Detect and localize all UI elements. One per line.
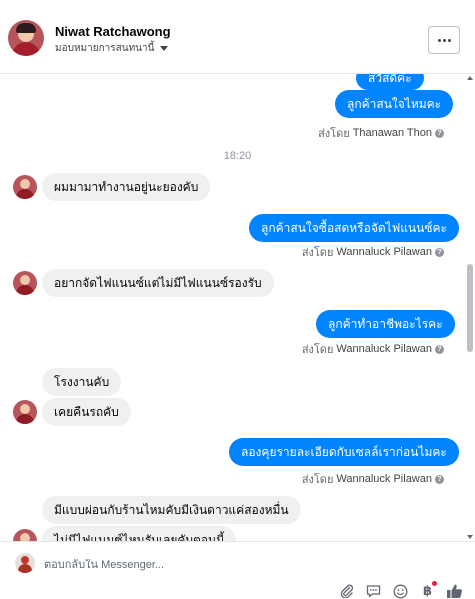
contact-avatar-small <box>13 271 37 295</box>
like-icon[interactable] <box>446 583 463 599</box>
message-bubble-outgoing: ลองคุยรายละเอียดกับเซลล์เราก่อนไมคะ <box>229 438 459 466</box>
message-bubble-partial: สวัสดีค่ะ <box>356 74 424 90</box>
scrollbar-thumb[interactable] <box>467 264 473 352</box>
info-icon[interactable]: ? <box>435 247 444 257</box>
sent-by-label: ส่งโดย Wannaluck Pilawan ? <box>302 243 444 261</box>
contact-avatar[interactable] <box>8 20 44 56</box>
assign-label: มอบหมายการสนทนานี้ <box>55 43 155 54</box>
payment-icon[interactable]: ฿ <box>419 581 437 599</box>
more-options-button[interactable] <box>428 26 460 54</box>
info-icon[interactable]: ? <box>435 344 444 354</box>
message-bubble-incoming: เคยคืนรถคับ <box>42 398 131 426</box>
scroll-down-arrow-icon[interactable] <box>467 535 473 539</box>
chevron-down-icon <box>160 46 169 51</box>
conversation-header: Niwat Ratchawong มอบหมายการสนทนานี้ <box>0 0 475 74</box>
ellipsis-icon <box>437 38 441 42</box>
assign-conversation-dropdown[interactable]: มอบหมายการสนทนานี้ <box>55 41 169 56</box>
time-divider: 18:20 <box>223 150 252 162</box>
message-thread: สวัสดีค่ะ ลูกค้าสนใจไหมคะ ส่งโดย Thanawa… <box>0 74 475 541</box>
sent-by-label: ส่งโดย Wannaluck Pilawan ? <box>302 470 444 488</box>
message-bubble-incoming: อยากจัดไฟแนนซ์แต่ไม่มีไฟแนนซ์รองรับ <box>42 269 274 297</box>
contact-avatar-small <box>13 400 37 424</box>
emoji-icon[interactable] <box>392 583 409 599</box>
message-bubble-outgoing: ลูกค้าสนใจไหมคะ <box>335 90 454 118</box>
message-bubble-outgoing: ลูกค้าสนใจซื้อสดหรือจัดไฟแนนซ์คะ <box>249 214 459 242</box>
message-bubble-incoming: ผมมามาทำงานอยู่นะยองคับ <box>42 173 211 201</box>
message-bubble-incoming: โรงงานคับ <box>42 368 122 396</box>
message-bubble-incoming: ไม่มีไฟแนนซ์ไหนรับเลยคับตอนนี้ <box>42 526 237 541</box>
reply-input[interactable] <box>44 559 404 571</box>
sent-by-label: ส่งโดย Wannaluck Pilawan ? <box>302 340 444 358</box>
info-icon[interactable]: ? <box>435 474 444 484</box>
sent-by-label: ส่งโดย Thanawan Thon ? <box>318 124 444 142</box>
contact-name[interactable]: Niwat Ratchawong <box>55 24 171 39</box>
scroll-up-arrow-icon[interactable] <box>467 76 473 80</box>
thread-scrollbar[interactable] <box>466 74 474 541</box>
notification-dot <box>432 581 437 586</box>
page-avatar <box>15 553 35 573</box>
info-icon[interactable]: ? <box>435 128 444 138</box>
saved-reply-icon[interactable] <box>365 583 382 599</box>
message-bubble-incoming: มีแบบผ่อนกับร้านไหมคับมีเงินดาวแค่สองหมื… <box>42 496 301 524</box>
contact-avatar-small <box>13 529 37 541</box>
paperclip-icon[interactable] <box>338 583 355 599</box>
composer-toolbar: ฿ <box>338 581 468 599</box>
message-bubble-outgoing: ลูกค้าทำอาชีพอะไรคะ <box>316 310 455 338</box>
contact-avatar-small <box>13 175 37 199</box>
